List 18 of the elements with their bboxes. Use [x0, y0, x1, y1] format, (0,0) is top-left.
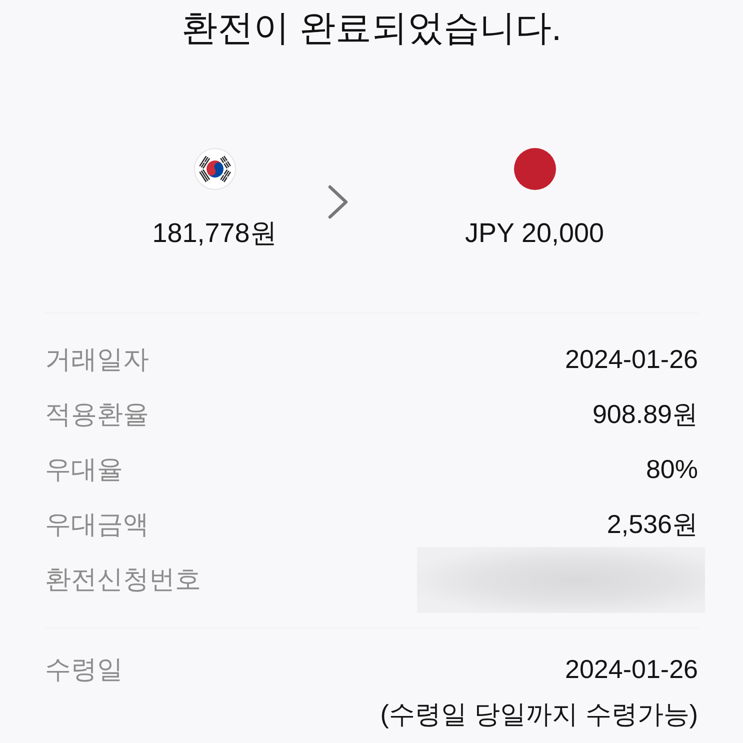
detail-value: 80%: [646, 453, 698, 486]
detail-value: 2,536원: [606, 508, 698, 541]
detail-label: 우대금액: [45, 508, 149, 541]
detail-label: 수령일: [45, 653, 123, 686]
detail-value: 908.89원: [592, 398, 698, 431]
detail-value: 2024-01-26: [565, 343, 698, 376]
japanese-flag-icon: [514, 148, 556, 190]
detail-label: 거래일자: [45, 343, 149, 376]
detail-label: 환전신청번호: [45, 563, 201, 596]
detail-note: (수령일 당일까지 수령가능): [380, 698, 698, 731]
amount-text: 181,778원: [152, 217, 277, 250]
amount-text: JPY 20,000: [464, 217, 604, 250]
page-title: 환전이 완료되었습니다.: [180, 6, 562, 49]
korean-flag-icon: [194, 148, 236, 190]
detail-value: 2024-01-26: [565, 653, 698, 686]
detail-label: 우대율: [45, 453, 123, 486]
chevron-right-icon: [326, 184, 348, 220]
detail-label: 적용환율: [45, 398, 149, 431]
